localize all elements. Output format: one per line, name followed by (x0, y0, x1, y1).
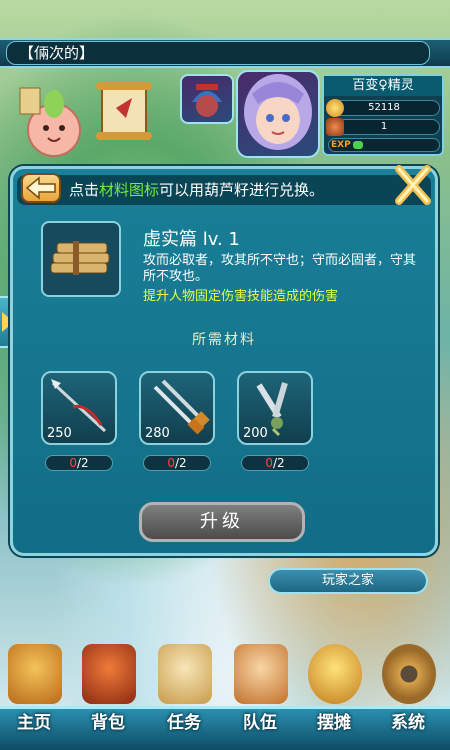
material-count-1: 0/2 (45, 455, 113, 471)
chat-message-bar[interactable]: 【倆次的】 (6, 41, 430, 65)
chat-text: 【倆次的】 (19, 44, 95, 62)
exchange-hint: 点击材料图标可以用葫芦籽进行兑换。 (69, 179, 324, 200)
close-x-icon (395, 165, 431, 205)
hint-text-green: 材料图标 (99, 181, 160, 199)
gear-icon (382, 644, 436, 704)
nav-bag[interactable]: 背包 (76, 640, 140, 744)
skill-name: 虚实篇 lv. 1 (143, 229, 240, 250)
pet-icon[interactable] (18, 82, 90, 160)
nav-system[interactable]: 系统 (376, 640, 440, 744)
owned-count: 0 (167, 456, 175, 470)
back-button[interactable] (21, 173, 61, 203)
nav-label: 主页 (17, 713, 51, 733)
scroll-icon (158, 644, 212, 704)
material-slot-3[interactable]: 200 (237, 371, 313, 445)
nav-label: 任务 (167, 713, 201, 733)
nav-label: 背包 (91, 713, 125, 733)
exp-label: EXP (331, 140, 351, 150)
material-cost: 250 (47, 426, 72, 441)
nav-team[interactable]: 队伍 (228, 640, 292, 744)
gold-coin-icon (326, 99, 344, 117)
upgrade-button[interactable]: 升级 (139, 502, 305, 542)
close-button[interactable] (393, 163, 433, 207)
nav-home[interactable]: 主页 (2, 640, 66, 744)
skill-book-icon (41, 221, 121, 297)
exp-fill (353, 141, 363, 149)
skill-upgrade-panel: 点击材料图标可以用葫芦籽进行兑换。 虚实篇 lv. 1 攻而必取者，攻其所不守也… (10, 163, 438, 556)
hint-text-2: 可以用葫芦籽进行兑换。 (159, 181, 325, 199)
skill-description: 攻而必取者，攻其所不守也；守而必固者，守其所不攻也。 (143, 253, 417, 284)
hint-text-1: 点击 (69, 181, 100, 199)
material-count-2: 0/2 (143, 455, 211, 471)
player-stats-panel: 百变♀精灵 52118 1 EXP (322, 74, 444, 156)
required-materials-title: 所需材料 (192, 332, 256, 348)
nav-quest[interactable]: 任务 (152, 640, 216, 744)
gold-amount: 52118 (368, 102, 400, 113)
exp-bar: EXP (328, 138, 440, 152)
required-count: /2 (76, 456, 89, 470)
nav-stall[interactable]: 摆摊 (302, 640, 366, 744)
nav-label: 系统 (391, 713, 425, 733)
skill-effect: 提升人物固定伤害技能造成的伤害 (143, 289, 339, 304)
player-avatar[interactable] (236, 70, 320, 158)
material-count-3: 0/2 (241, 455, 309, 471)
team-icon (234, 644, 288, 704)
quest-scroll-icon[interactable] (92, 78, 156, 148)
nav-label: 摆摊 (317, 713, 351, 733)
chest-icon (82, 644, 136, 704)
material-slot-2[interactable]: 280 (139, 371, 215, 445)
material-cost: 280 (145, 426, 170, 441)
pet-portrait[interactable] (180, 74, 234, 124)
material-slot-1[interactable]: 250 (41, 371, 117, 445)
player-home-button[interactable]: 玩家之家 (268, 568, 428, 594)
gold-readout: 52118 (326, 99, 440, 117)
owned-count: 0 (69, 456, 77, 470)
owned-count: 0 (265, 456, 273, 470)
back-arrow-icon (25, 176, 56, 200)
material-cost: 200 (243, 426, 268, 441)
required-count: /2 (174, 456, 187, 470)
item-readout: 1 (326, 118, 440, 136)
player-name: 百变♀精灵 (324, 76, 442, 96)
coin-icon (308, 644, 362, 704)
treasure-chest-icon (326, 118, 344, 136)
item-amount: 1 (380, 121, 388, 132)
house-icon (8, 644, 62, 704)
nav-label: 队伍 (243, 713, 277, 733)
required-count: /2 (272, 456, 285, 470)
